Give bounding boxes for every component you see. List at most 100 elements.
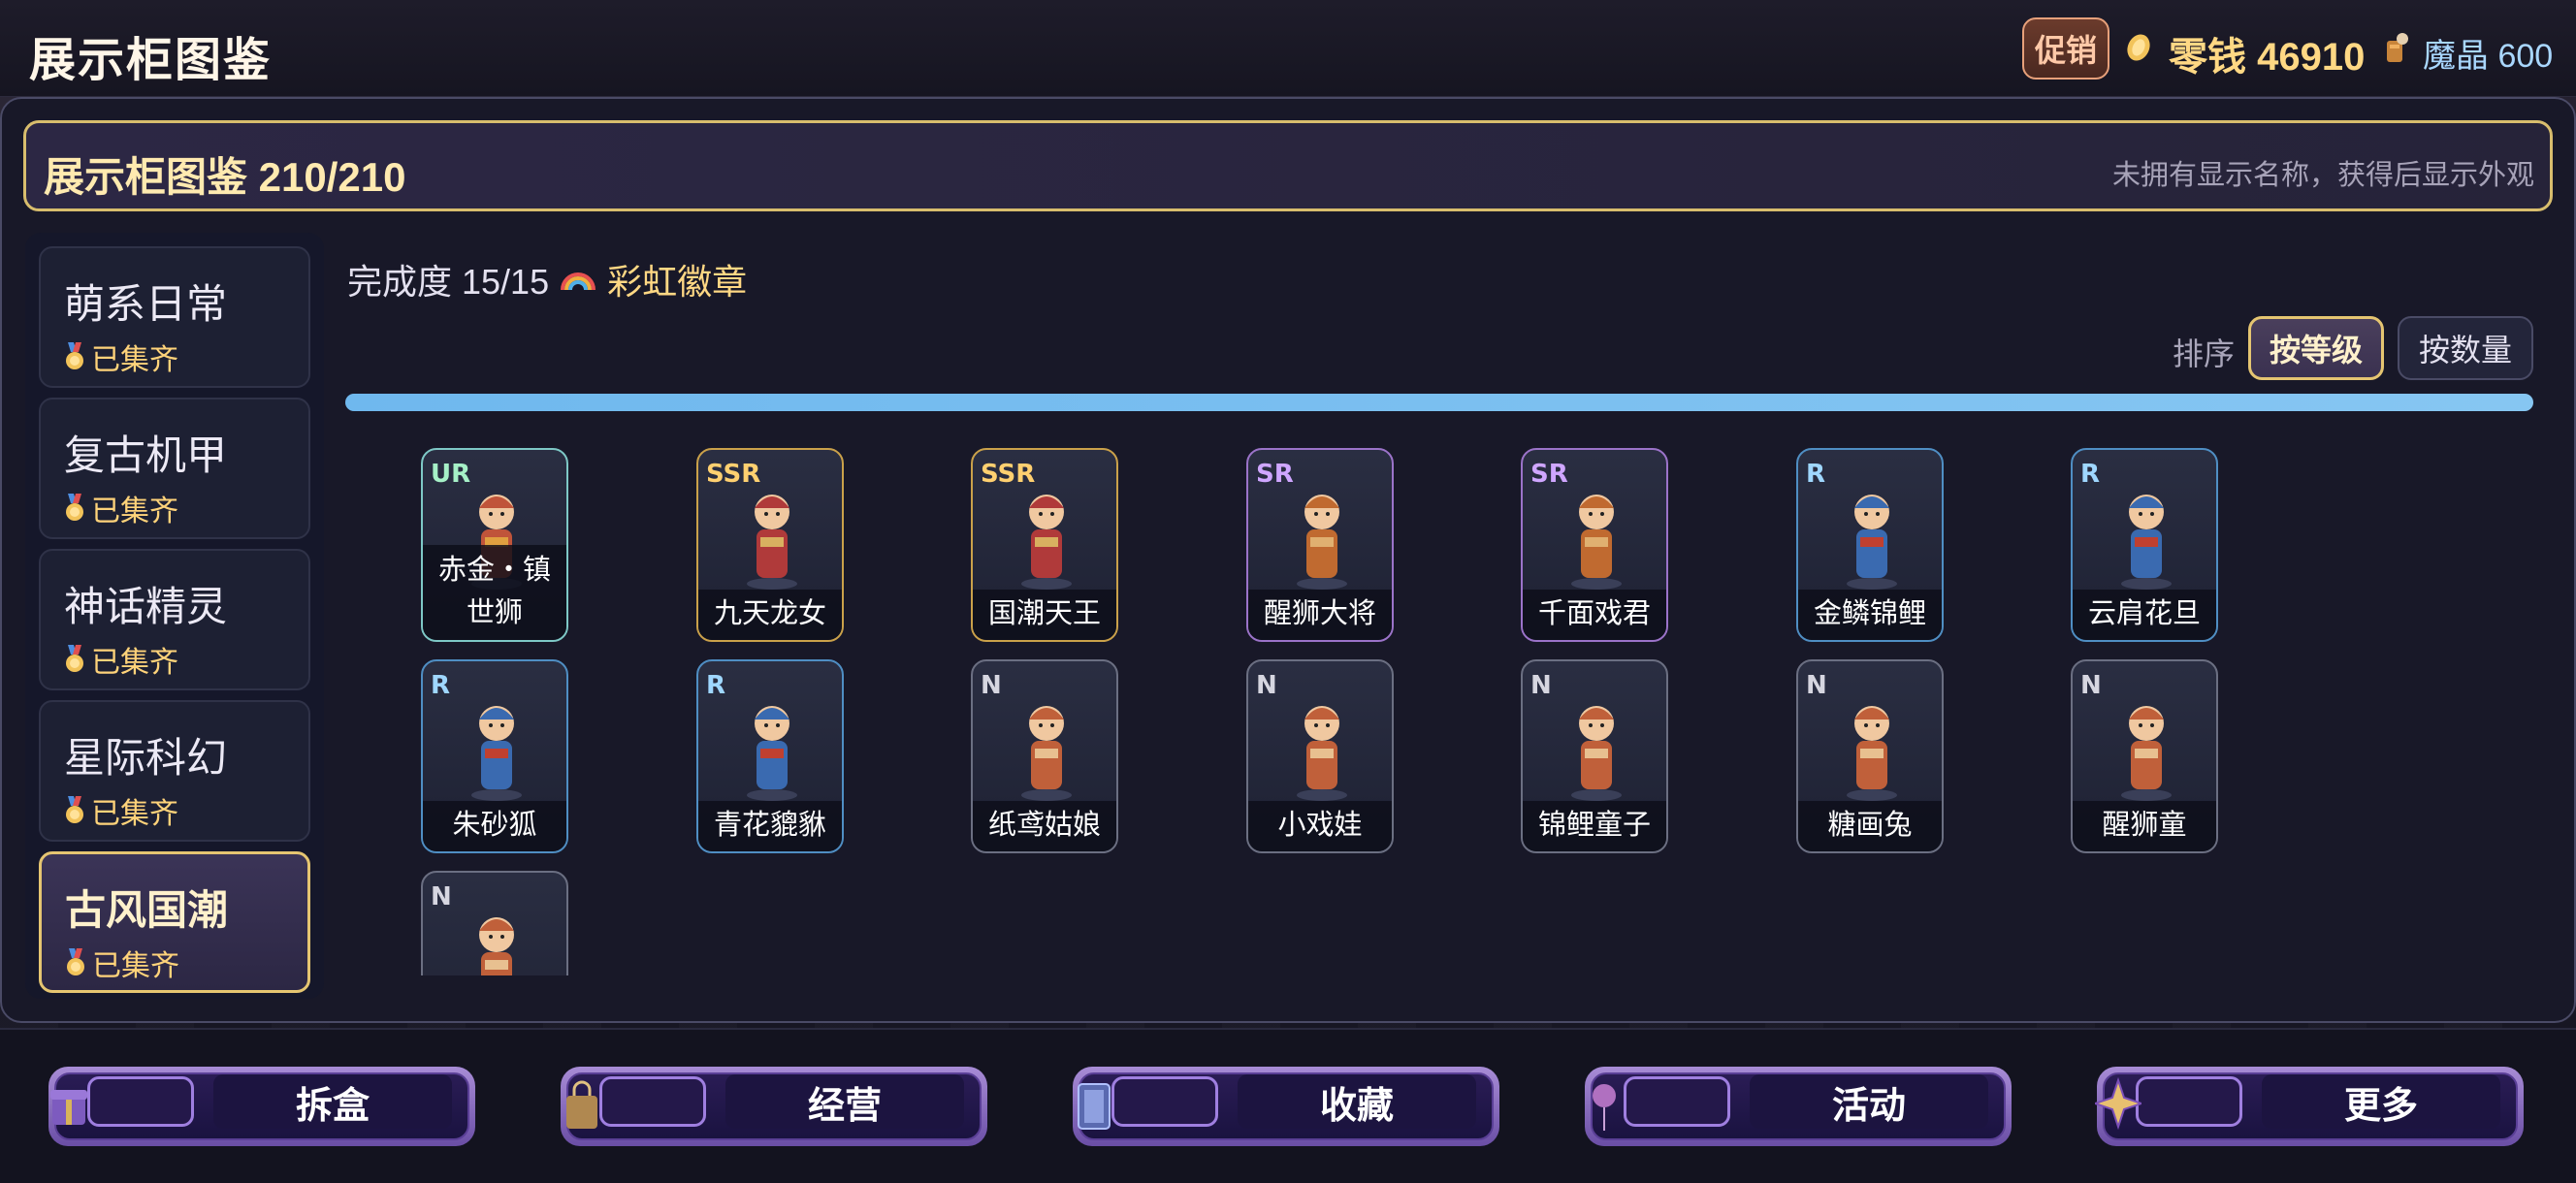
figure-name: 青花貔貅 xyxy=(698,801,842,851)
star-icon xyxy=(2095,1076,2141,1131)
series-sidebar: 萌系日常 已集齐 复古机甲 已集齐 神话精灵 已集齐 星际科幻 已集齐 古风国潮… xyxy=(25,233,324,999)
nav-icon-slot xyxy=(2136,1076,2242,1127)
sidebar-item-status: 已集齐 xyxy=(65,942,179,984)
rarity-badge: SSR xyxy=(981,460,1036,489)
status-text: 已集齐 xyxy=(91,798,178,830)
nav-collection-button[interactable]: 收藏 xyxy=(1073,1067,1499,1146)
figure-card[interactable]: R 金鳞锦鲤 xyxy=(1796,448,1944,642)
figure-name: 小戏娃 xyxy=(1248,801,1392,851)
sidebar-item-guofeng[interactable]: 古风国潮 已集齐 xyxy=(39,851,310,993)
nav-label: 拆盒 xyxy=(213,1074,452,1129)
nav-manage-button[interactable]: 经营 xyxy=(561,1067,987,1146)
badge-text: 彩虹徽章 xyxy=(607,262,748,302)
rarity-badge: R xyxy=(2080,460,2101,489)
nav-label: 活动 xyxy=(1750,1074,1988,1129)
sidebar-item-label: 萌系日常 xyxy=(64,281,228,327)
medal-icon xyxy=(66,796,83,823)
figure-thumbnail xyxy=(1571,495,1622,590)
figure-name: 国潮天王 xyxy=(973,590,1116,640)
figure-grid: UR 赤金・镇世狮 SSR 九天龙女 SSR 国潮天王 SR 醒狮大将 SR 千面戏君 R 金鳞锦鲤 R… xyxy=(345,436,2533,975)
figure-card[interactable]: SR 千面戏君 xyxy=(1521,448,1668,642)
figure-thumbnail xyxy=(1021,706,1072,801)
rarity-badge: SR xyxy=(1256,460,1294,489)
status-text: 已集齐 xyxy=(92,950,179,982)
figure-card[interactable]: N xyxy=(421,871,568,975)
rarity-badge: UR xyxy=(431,460,471,489)
figure-card[interactable]: N 醒狮童 xyxy=(2071,659,2218,853)
collection-title: 展示柜图鉴 210/210 xyxy=(44,154,406,200)
nav-icon-slot xyxy=(1624,1076,1730,1127)
figure-card[interactable]: N 锦鲤童子 xyxy=(1521,659,1668,853)
sidebar-item-label: 复古机甲 xyxy=(64,432,228,478)
sidebar-item-retro-mecha[interactable]: 复古机甲 已集齐 xyxy=(39,398,310,539)
figure-thumbnail xyxy=(1021,495,1072,590)
app-title: 展示柜图鉴 xyxy=(29,35,273,86)
figure-thumbnail xyxy=(1847,706,1897,801)
sidebar-item-label: 神话精灵 xyxy=(64,584,228,629)
figure-name: 朱砂狐 xyxy=(423,801,566,851)
figure-thumbnail xyxy=(1297,495,1347,590)
nav-label: 更多 xyxy=(2262,1074,2500,1129)
top-bar: 展示柜图鉴 促销 零钱 46910 魔晶 600 xyxy=(0,0,2576,97)
coin-icon xyxy=(2127,34,2150,61)
sidebar-item-label: 星际科幻 xyxy=(64,735,228,781)
completion-row: 完成度 15/15 彩虹徽章 xyxy=(347,254,747,304)
figure-name: 锦鲤童子 xyxy=(1523,801,1666,851)
sidebar-item-cute-daily[interactable]: 萌系日常 已集齐 xyxy=(39,246,310,388)
rarity-badge: N xyxy=(1806,671,1827,700)
figure-name: 千面戏君 xyxy=(1523,590,1666,640)
promo-button[interactable]: 促销 xyxy=(2022,17,2109,80)
medal-icon xyxy=(66,342,83,369)
figure-thumbnail xyxy=(2121,495,2172,590)
sort-by-count-button[interactable]: 按数量 xyxy=(2398,316,2533,380)
figure-name: 醒狮大将 xyxy=(1248,590,1392,640)
collection-hint: 未拥有显示名称，获得后显示外观 xyxy=(2111,160,2534,191)
nav-more-button[interactable]: 更多 xyxy=(2095,1067,2524,1146)
figure-thumbnail xyxy=(471,706,522,801)
sort-by-level-button[interactable]: 按等级 xyxy=(2248,316,2384,380)
sidebar-item-sci-fi[interactable]: 星际科幻 已集齐 xyxy=(39,700,310,842)
collection-header: 展示柜图鉴 210/210 未拥有显示名称，获得后显示外观 xyxy=(23,120,2553,211)
nav-label: 收藏 xyxy=(1238,1074,1476,1129)
rarity-badge: N xyxy=(981,671,1002,700)
status-text: 已集齐 xyxy=(91,496,178,528)
figure-name: 金鳞锦鲤 xyxy=(1798,590,1942,640)
completion-progress-bar xyxy=(345,394,2533,411)
figure-card[interactable]: R 青花貔貅 xyxy=(696,659,844,853)
rarity-badge: R xyxy=(706,671,726,700)
rarity-badge: R xyxy=(431,671,451,700)
nav-events-button[interactable]: 活动 xyxy=(1585,1067,2012,1146)
figure-card[interactable]: SSR 国潮天王 xyxy=(971,448,1118,642)
medal-icon xyxy=(66,494,83,521)
figure-card[interactable]: R 云肩花旦 xyxy=(2071,448,2218,642)
figure-name: 九天龙女 xyxy=(698,590,842,640)
figure-card[interactable]: N 糖画兔 xyxy=(1796,659,1944,853)
sidebar-item-status: 已集齐 xyxy=(64,638,178,681)
rarity-badge: SSR xyxy=(706,460,761,489)
rarity-badge: N xyxy=(2080,671,2102,700)
sidebar-item-myth-spirits[interactable]: 神话精灵 已集齐 xyxy=(39,549,310,690)
figure-card[interactable]: SR 醒狮大将 xyxy=(1246,448,1394,642)
gift-box-icon xyxy=(50,1090,87,1125)
sidebar-item-status: 已集齐 xyxy=(64,336,178,378)
shop-bag-icon xyxy=(566,1080,597,1129)
figure-thumbnail xyxy=(1847,495,1897,590)
gems-balance: 魔晶 600 xyxy=(2423,38,2554,75)
sidebar-item-status: 已集齐 xyxy=(64,487,178,529)
nav-label: 经营 xyxy=(725,1074,964,1129)
display-case-icon xyxy=(1078,1083,1111,1130)
figure-card[interactable]: N 纸鸢姑娘 xyxy=(971,659,1118,853)
sort-label: 排序 xyxy=(2173,336,2236,371)
figure-card[interactable]: N 小戏娃 xyxy=(1246,659,1394,853)
sidebar-item-status: 已集齐 xyxy=(64,789,178,832)
figure-card[interactable]: R 朱砂狐 xyxy=(421,659,568,853)
figure-thumbnail xyxy=(2121,706,2172,801)
coins-balance: 零钱 46910 xyxy=(2169,36,2366,79)
status-text: 已集齐 xyxy=(91,344,178,376)
figure-card[interactable]: UR 赤金・镇世狮 xyxy=(421,448,568,642)
nav-open-box-button[interactable]: 拆盒 xyxy=(48,1067,475,1146)
figure-card[interactable]: SSR 九天龙女 xyxy=(696,448,844,642)
rarity-badge: R xyxy=(1806,460,1826,489)
rarity-badge: N xyxy=(1530,671,1552,700)
gem-icon xyxy=(2387,33,2408,62)
